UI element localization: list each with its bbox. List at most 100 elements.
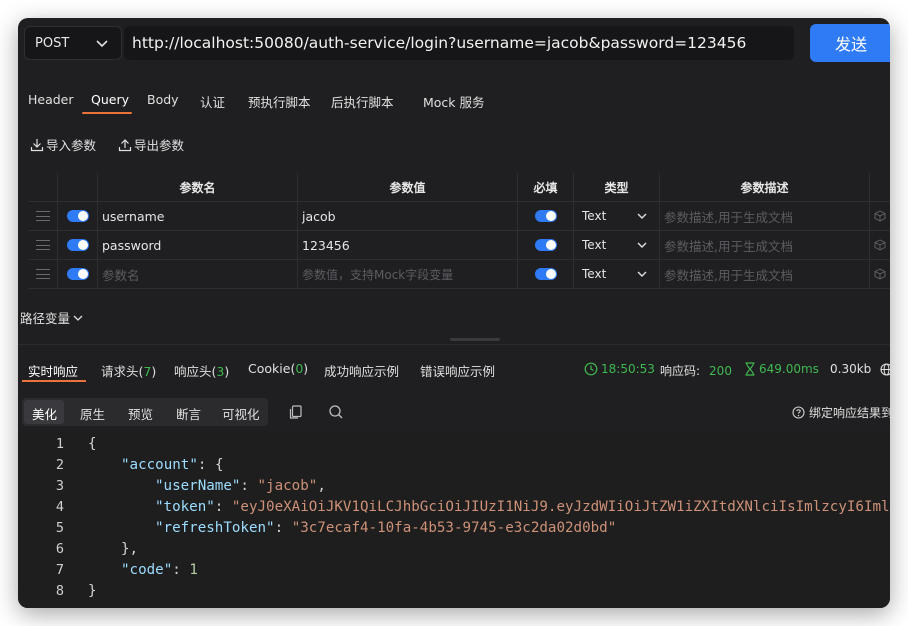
format-assert[interactable]: 断言 — [176, 404, 201, 423]
clock-icon — [584, 362, 598, 376]
param-name-input[interactable]: username — [98, 202, 298, 230]
active-response-tab-indicator — [22, 380, 86, 382]
tab-post-script[interactable]: 后执行脚本 — [331, 92, 394, 111]
param-desc-input[interactable]: 参数描述,用于生成文档 — [660, 260, 870, 288]
drag-handle-icon[interactable] — [28, 231, 58, 259]
code-line: 1{ — [55, 436, 97, 452]
param-value-input[interactable]: 123456 — [298, 231, 518, 259]
url-input[interactable]: http://localhost:50080/auth-service/logi… — [124, 26, 794, 60]
chevron-down-icon — [73, 315, 83, 321]
code-line: 7 "code": 1 — [55, 562, 198, 578]
method-select[interactable]: POST — [24, 26, 122, 60]
globe-icon[interactable] — [880, 363, 890, 376]
code-line: 2 "account": { — [55, 457, 224, 473]
type-label: Text — [582, 267, 607, 281]
tab-error-example[interactable]: 错误响应示例 — [420, 361, 495, 380]
cube-icon[interactable] — [874, 268, 886, 280]
code-line: 6}, — [55, 541, 139, 557]
status-label: 响应码: — [660, 364, 701, 378]
required-toggle[interactable] — [534, 210, 557, 222]
json-value: 1 — [189, 562, 198, 578]
format-tabs: 美化 原生 预览 断言 可视化 — [22, 398, 268, 426]
tab-mock[interactable]: Mock 服务 — [423, 92, 485, 111]
tab-header[interactable]: Header — [28, 92, 74, 107]
status-code-value: 200 — [709, 363, 732, 378]
tab-request-headers[interactable]: 请求头(7) — [101, 361, 156, 380]
format-preview[interactable]: 预览 — [128, 404, 153, 423]
type-select[interactable]: Text — [574, 202, 660, 230]
drag-handle-icon[interactable] — [28, 202, 58, 230]
param-value-input[interactable]: 参数值，支持Mock字段变量 — [298, 260, 518, 288]
type-label: Text — [582, 209, 607, 223]
tab-success-example[interactable]: 成功响应示例 — [324, 361, 399, 380]
code-line: 3 "userName": "jacob", — [55, 478, 326, 494]
divider — [18, 344, 890, 345]
search-icon[interactable] — [328, 404, 344, 420]
format-raw[interactable]: 原生 — [80, 404, 105, 423]
required-toggle[interactable] — [534, 268, 557, 280]
method-label: POST — [35, 35, 70, 51]
export-params-button[interactable]: 导出参数 — [118, 135, 184, 154]
url-text: http://localhost:50080/auth-service/logi… — [132, 34, 747, 52]
cube-icon[interactable] — [874, 239, 886, 251]
json-value: "jacob" — [257, 478, 318, 494]
param-desc-input[interactable]: 参数描述,用于生成文档 — [660, 231, 870, 259]
path-variables-toggle[interactable]: 路径变量 — [20, 308, 84, 327]
table-row: password 123456 Text 参数描述,用于生成文档 — [28, 231, 890, 260]
help-circle-icon — [792, 406, 805, 419]
tab-response-headers-count: 3 — [216, 364, 225, 379]
json-key: "token" — [155, 499, 215, 515]
chevron-down-icon — [96, 40, 108, 48]
active-tab-indicator — [82, 112, 132, 114]
response-time: 18:50:53 — [584, 362, 655, 376]
send-button[interactable]: 发送 — [810, 24, 890, 62]
tab-cookie[interactable]: Cookie(0) — [248, 361, 308, 376]
app-window: POST http://localhost:50080/auth-service… — [18, 18, 890, 608]
type-select[interactable]: Text — [574, 231, 660, 259]
import-label: 导入参数 — [46, 138, 97, 153]
param-value-input[interactable]: jacob — [298, 202, 518, 230]
header-required: 必填 — [518, 173, 574, 201]
format-visualize[interactable]: 可视化 — [222, 404, 260, 423]
chevron-down-icon — [637, 271, 647, 277]
duration-value: 649.00ms — [759, 362, 819, 376]
response-body-viewer[interactable]: 1{ 2 "account": { 3 "userName": "jacob", 4… — [18, 432, 890, 608]
tab-request-headers-count: 7 — [143, 364, 152, 379]
format-beautify[interactable]: 美化 — [32, 404, 57, 423]
cube-icon[interactable] — [874, 210, 886, 222]
response-time-value: 18:50:53 — [601, 362, 655, 376]
header-type: 类型 — [574, 173, 660, 201]
enable-toggle[interactable] — [66, 239, 89, 251]
drag-handle-icon[interactable] — [28, 260, 58, 288]
chevron-down-icon — [637, 242, 647, 248]
tab-cookie-count: 0 — [295, 361, 304, 376]
enable-toggle[interactable] — [66, 210, 89, 222]
enable-toggle[interactable] — [66, 268, 89, 280]
upload-icon — [118, 138, 132, 151]
tab-realtime-response[interactable]: 实时响应 — [28, 361, 78, 380]
code-line: 5 "refreshToken": "3c7ecaf4-10fa-4b53-974… — [55, 520, 617, 536]
tab-pre-script[interactable]: 预执行脚本 — [248, 92, 311, 111]
header-description: 参数描述 — [660, 173, 870, 201]
import-params-button[interactable]: 导入参数 — [30, 135, 96, 154]
param-name-input[interactable]: 参数名 — [98, 260, 298, 288]
copy-icon[interactable] — [288, 404, 304, 420]
tab-cookie-label: Cookie — [248, 361, 291, 376]
param-desc-input[interactable]: 参数描述,用于生成文档 — [660, 202, 870, 230]
type-select[interactable]: Text — [574, 260, 660, 288]
required-toggle[interactable] — [534, 239, 557, 251]
tab-response-headers[interactable]: 响应头(3) — [174, 361, 229, 380]
panel-resize-handle[interactable] — [450, 338, 500, 341]
path-variables-label: 路径变量 — [20, 311, 71, 326]
tab-response-headers-label: 响应头 — [174, 364, 212, 379]
header-param-name: 参数名 — [98, 173, 298, 201]
hourglass-icon — [745, 362, 755, 376]
status-code: 响应码: 200 — [660, 362, 732, 379]
table-row: 参数名 参数值，支持Mock字段变量 Text 参数描述,用于生成文档 — [28, 260, 890, 289]
tab-query[interactable]: Query — [91, 92, 129, 107]
param-name-input[interactable]: password — [98, 231, 298, 259]
response-size: 0.30kb — [830, 362, 872, 376]
tab-body[interactable]: Body — [147, 92, 179, 107]
bind-response-button[interactable]: 绑定响应结果到 — [792, 404, 890, 421]
tab-auth[interactable]: 认证 — [200, 92, 225, 111]
